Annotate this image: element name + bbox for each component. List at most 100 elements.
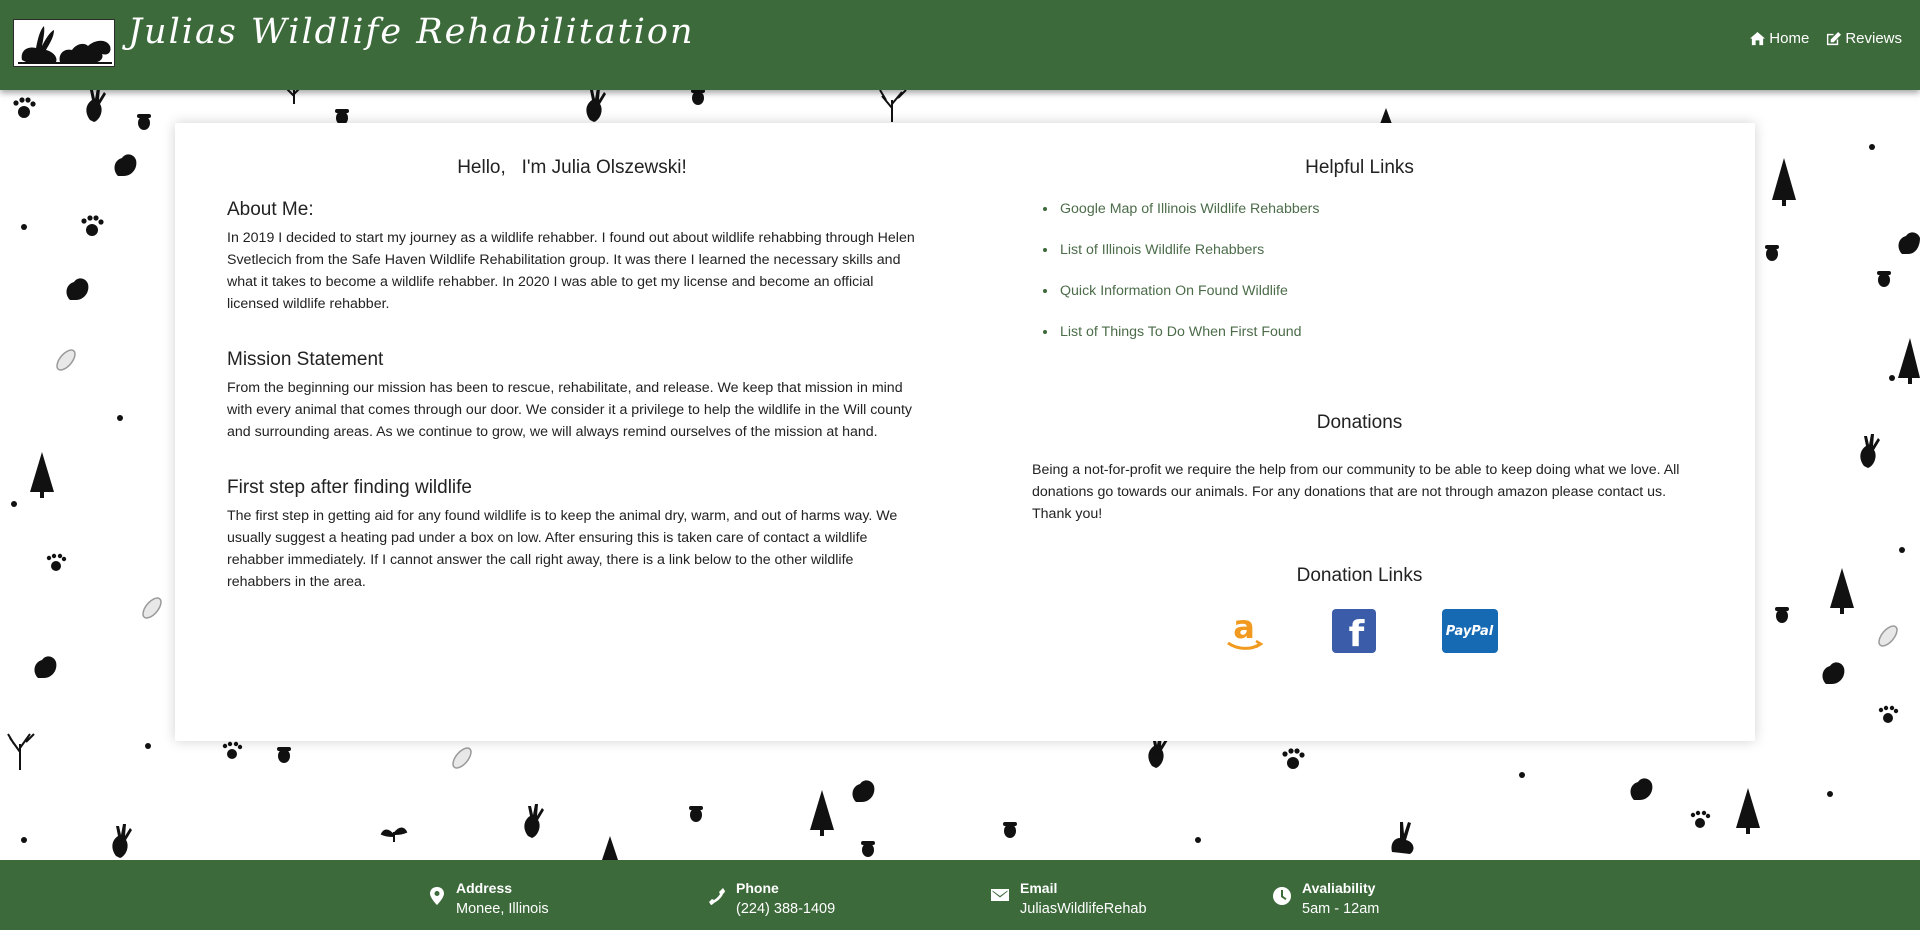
- google-map-rehabbers-link[interactable]: Google Map of Illinois Wildlife Rehabber…: [1060, 201, 1319, 217]
- acorn-icon: [691, 90, 705, 105]
- footer-address-value: Monee, Illinois: [456, 901, 549, 917]
- peanut-icon: [452, 747, 472, 769]
- main-content-card: Hello, I'm Julia Olszewski! About Me: In…: [175, 123, 1755, 741]
- footer-availability: Avaliability 5am - 12am: [1272, 878, 1379, 920]
- first-step-section: First step after finding wildlife The fi…: [227, 477, 917, 593]
- edit-icon: [1827, 31, 1842, 46]
- about-me-title: About Me:: [227, 199, 314, 220]
- paw-print-icon: [222, 741, 243, 759]
- paw-print-icon: [81, 215, 104, 236]
- about-me-section: About Me: In 2019 I decided to start my …: [227, 199, 917, 315]
- bare-tree-icon: [286, 90, 300, 104]
- amazon-icon: a: [1226, 609, 1263, 650]
- squirrel-icon: [66, 278, 89, 300]
- first-step-body: The first step in getting aid for any fo…: [227, 508, 898, 590]
- nav-home-link[interactable]: Home: [1749, 30, 1809, 47]
- acorn-icon: [1765, 245, 1779, 261]
- facebook-icon: f: [1348, 613, 1365, 655]
- nav-links: Home Reviews: [1749, 30, 1902, 47]
- hand-print-icon: [86, 90, 106, 122]
- pine-tree-icon: [1898, 338, 1920, 384]
- mission-statement-section: Mission Statement From the beginning our…: [227, 349, 917, 443]
- quick-info-link[interactable]: Quick Information On Found Wildlife: [1060, 283, 1288, 299]
- pine-tree-icon: [1830, 568, 1854, 614]
- mission-statement-body: From the beginning our mission has been …: [227, 380, 913, 440]
- nav-home-label: Home: [1769, 30, 1810, 47]
- list-item: List of Things To Do When First Found: [1058, 324, 1687, 340]
- acorn-icon: [861, 841, 875, 857]
- bare-tree-icon: [879, 90, 907, 122]
- first-step-title: First step after finding wildlife: [227, 477, 472, 498]
- about-me-body: In 2019 I decided to start my journey as…: [227, 230, 915, 312]
- amazon-donation-link[interactable]: a: [1222, 609, 1266, 653]
- footer-email-label: Email: [1020, 880, 1058, 896]
- acorn-icon: [137, 114, 151, 130]
- list-item: Quick Information On Found Wildlife: [1058, 283, 1687, 299]
- location-pin-icon: [430, 887, 444, 905]
- donations-title: Donations: [1316, 412, 1403, 433]
- paypal-donation-link[interactable]: PayPal: [1441, 609, 1498, 653]
- list-item: Google Map of Illinois Wildlife Rehabber…: [1058, 201, 1687, 217]
- acorn-icon: [277, 747, 291, 763]
- nav-reviews-link[interactable]: Reviews: [1825, 30, 1902, 47]
- paw-print-icon: [1690, 810, 1711, 828]
- footer-availability-label: Avaliability: [1302, 880, 1376, 896]
- email-icon: [991, 889, 1009, 901]
- footer-email: Email JuliasWildlifeRehab: [990, 878, 1147, 920]
- donation-links-title: Donation Links: [1296, 565, 1423, 586]
- hand-print-icon: [586, 90, 606, 122]
- pine-tree-icon: [602, 836, 618, 860]
- list-item: List of Illinois Wildlife Rehabbers: [1058, 242, 1687, 258]
- helpful-links-title: Helpful Links: [1305, 157, 1414, 178]
- paypal-icon: PayPal: [1445, 623, 1494, 639]
- site-logo[interactable]: [13, 19, 115, 67]
- squirrel-icon: [1898, 232, 1920, 254]
- phone-icon: [709, 888, 725, 905]
- facebook-donation-link[interactable]: f: [1331, 609, 1376, 655]
- paw-print-icon: [46, 553, 67, 571]
- first-found-todo-link[interactable]: List of Things To Do When First Found: [1060, 324, 1302, 340]
- list-rehabbers-link[interactable]: List of Illinois Wildlife Rehabbers: [1060, 242, 1264, 258]
- pine-tree-icon: [810, 790, 834, 836]
- peanut-icon: [1878, 625, 1898, 647]
- acorn-icon: [1775, 607, 1789, 623]
- pine-tree-icon: [1736, 788, 1760, 834]
- rabbit-icon: [1391, 822, 1414, 854]
- squirrel-icon: [1822, 662, 1845, 684]
- pine-tree-icon: [30, 452, 54, 498]
- pine-tree-icon: [1380, 108, 1392, 124]
- acorn-icon: [1003, 822, 1017, 838]
- animal-silhouette-logo-icon: [18, 26, 112, 64]
- hand-print-icon: [1860, 434, 1880, 468]
- nav-reviews-label: Reviews: [1845, 30, 1902, 47]
- footer: Address Monee, Illinois Phone (224) 388-…: [0, 860, 1920, 930]
- acorn-icon: [689, 806, 703, 822]
- squirrel-icon: [34, 656, 57, 678]
- footer-email-value[interactable]: JuliasWildlifeRehab: [1020, 898, 1147, 920]
- donation-links: a f PayPal: [1032, 609, 1687, 655]
- about-column: Hello, I'm Julia Olszewski! About Me: In…: [227, 157, 917, 627]
- helpful-links-list: Google Map of Illinois Wildlife Rehabber…: [1058, 201, 1687, 340]
- peanut-icon: [142, 597, 162, 619]
- paw-print-icon: [1878, 705, 1899, 723]
- bare-tree-icon: [7, 733, 35, 770]
- squirrel-icon: [114, 154, 137, 176]
- home-icon: [1750, 31, 1766, 46]
- top-navbar: Julias Wildlife Rehabilitation Home Revi…: [0, 0, 1920, 90]
- greeting-heading: Hello, I'm Julia Olszewski!: [457, 157, 687, 178]
- site-title: Julias Wildlife Rehabilitation: [128, 12, 695, 52]
- squirrel-icon: [1630, 778, 1653, 800]
- paw-print-icon: [13, 97, 36, 118]
- paw-print-icon: [1282, 748, 1305, 769]
- sprout-icon: [380, 827, 408, 842]
- clock-icon: [1273, 887, 1291, 905]
- footer-phone: Phone (224) 388-1409: [708, 878, 835, 920]
- links-column: Helpful Links Google Map of Illinois Wil…: [1032, 157, 1687, 655]
- pine-tree-icon: [1772, 158, 1796, 206]
- footer-phone-value[interactable]: (224) 388-1409: [736, 898, 835, 920]
- footer-address-label: Address: [456, 880, 513, 896]
- peanut-icon: [56, 349, 76, 371]
- mission-statement-title: Mission Statement: [227, 349, 384, 370]
- footer-phone-label: Phone: [736, 880, 779, 896]
- svg-text:a: a: [1233, 609, 1255, 646]
